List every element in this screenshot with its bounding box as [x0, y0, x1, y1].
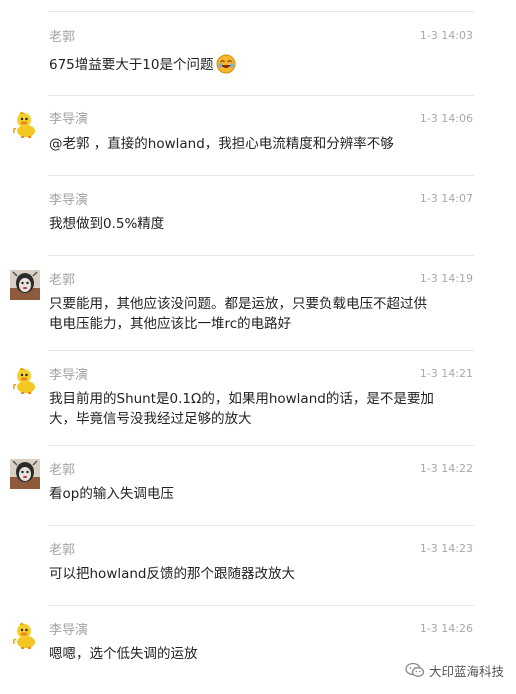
wechat-icon [405, 662, 425, 677]
chat-message: 老郭 1-3 14:22 看op的输入失调电压 [0, 446, 516, 526]
sender-name: 李导演 [49, 623, 89, 638]
timestamp: 1-3 14:23 [419, 542, 473, 555]
message-line: 电电压能力，其他应该比一堆rc的电路好 [49, 316, 292, 332]
photo-avatar-icon [10, 270, 40, 300]
message-text: 我目前用的Shunt是0.1Ω的，如果用howland的话，是不是要加 大，毕竟… [49, 389, 449, 429]
message-line: 嗯嗯，选个低失调的运放 [49, 646, 198, 662]
avatar-duck[interactable] [10, 365, 40, 395]
timestamp: 1-3 14:19 [419, 272, 473, 285]
timestamp: 1-3 14:22 [419, 462, 473, 475]
message-text: @老郭 ，直接的howland，我担心电流精度和分辨率不够 [49, 134, 449, 154]
duck-avatar-icon [13, 622, 35, 649]
message-text: 看op的输入失调电压 [49, 484, 449, 504]
message-text: 我想做到0.5%精度 [49, 214, 449, 234]
laugh-emoji-icon [216, 54, 236, 80]
timestamp: 1-3 14:03 [419, 29, 473, 42]
photo-avatar-icon [10, 459, 40, 489]
sender-name: 老郭 [49, 30, 76, 45]
message-line: 看op的输入失调电压 [49, 486, 174, 502]
message-text: 可以把howland反馈的那个跟随器改放大 [49, 564, 449, 584]
chat-message: 老郭 1-3 14:23 可以把howland反馈的那个跟随器改放大 [0, 526, 516, 606]
watermark-text: 大印蓝海科技 [428, 663, 504, 679]
timestamp: 1-3 14:06 [419, 112, 473, 125]
message-line: 只要能用，其他应该没问题。都是运放，只要负载电压不超过供 [49, 296, 427, 312]
timestamp: 1-3 14:26 [419, 622, 473, 635]
chat-message: 李导演 1-3 14:06 @老郭 ，直接的howland，我担心电流精度和分辨… [0, 96, 516, 176]
sender-name: 老郭 [49, 543, 76, 558]
message-text: 只要能用，其他应该没问题。都是运放，只要负载电压不超过供 电电压能力，其他应该比… [49, 294, 449, 334]
sender-name: 李导演 [49, 193, 89, 208]
timestamp: 1-3 14:21 [419, 367, 473, 380]
chat-message: 李导演 1-3 14:26 嗯嗯，选个低失调的运放 [0, 606, 516, 694]
chat-history: 老郭 1-3 14:03 675增益要大于10是个问题 李导演 1-3 14:0… [0, 0, 516, 694]
message-line: 可以把howland反馈的那个跟随器改放大 [49, 566, 296, 582]
duck-avatar-icon [13, 367, 35, 394]
message-text: 嗯嗯，选个低失调的运放 [49, 644, 449, 664]
timestamp: 1-3 14:07 [419, 192, 473, 205]
chat-message: 李导演 1-3 14:21 我目前用的Shunt是0.1Ω的，如果用howlan… [0, 351, 516, 446]
avatar-duck[interactable] [10, 620, 40, 650]
watermark: 大印蓝海科技 [405, 660, 504, 680]
avatar-photo[interactable] [10, 270, 40, 300]
sender-name: 李导演 [49, 112, 89, 127]
sender-name: 老郭 [49, 273, 76, 288]
chat-message: 老郭 1-3 14:19 只要能用，其他应该没问题。都是运放，只要负载电压不超过… [0, 256, 516, 351]
sender-name: 老郭 [49, 463, 76, 478]
message-line: 我想做到0.5%精度 [49, 216, 165, 232]
sender-name: 李导演 [49, 368, 89, 383]
message-line: 675增益要大于10是个问题 [49, 57, 214, 73]
message-line: 我目前用的Shunt是0.1Ω的，如果用howland的话，是不是要加 [49, 391, 434, 407]
avatar-photo[interactable] [10, 459, 40, 489]
chat-message: 李导演 1-3 14:07 我想做到0.5%精度 [0, 176, 516, 256]
duck-avatar-icon [13, 111, 35, 138]
chat-message: 老郭 1-3 14:03 675增益要大于10是个问题 [0, 12, 516, 96]
message-line: @老郭 ，直接的howland，我担心电流精度和分辨率不够 [49, 136, 394, 152]
message-line: 大，毕竟信号没我经过足够的放大 [49, 411, 252, 427]
message-text: 675增益要大于10是个问题 [49, 54, 449, 80]
avatar-duck[interactable] [10, 109, 40, 139]
